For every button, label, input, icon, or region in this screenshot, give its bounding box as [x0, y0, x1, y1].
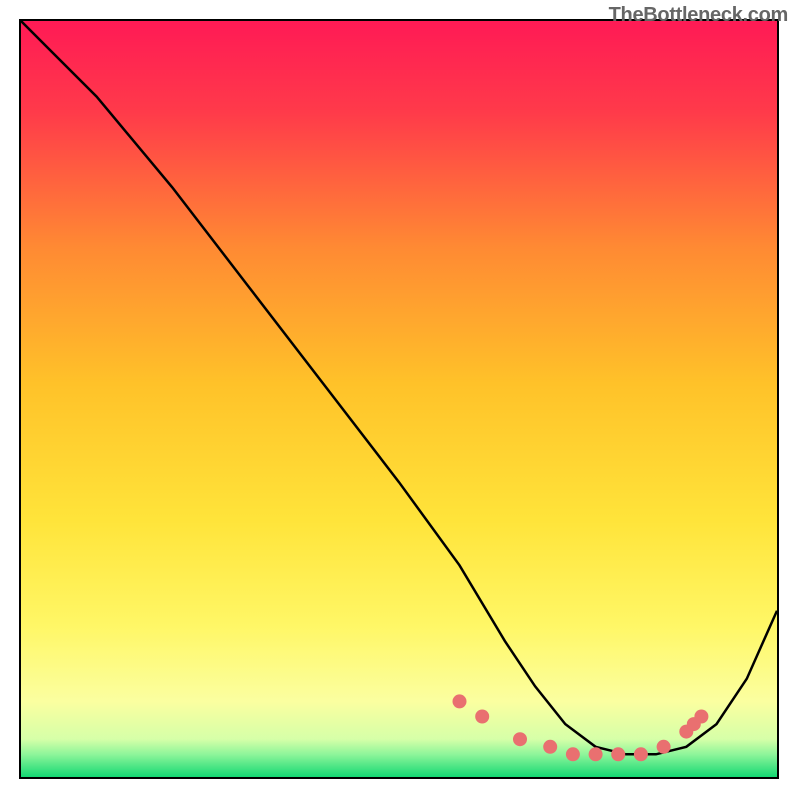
highlight-dot [543, 740, 557, 754]
highlight-dot [611, 747, 625, 761]
watermark-label: TheBottleneck.com [609, 4, 788, 27]
chart-curve-layer [21, 21, 777, 777]
chart-area [19, 19, 779, 779]
highlight-dot [694, 710, 708, 724]
highlight-dot [513, 732, 527, 746]
highlight-dot [453, 694, 467, 708]
highlight-dot [475, 710, 489, 724]
highlight-dot [634, 747, 648, 761]
highlight-dot [657, 740, 671, 754]
highlight-dot [589, 747, 603, 761]
highlight-dot [566, 747, 580, 761]
bottleneck-curve [21, 21, 777, 754]
